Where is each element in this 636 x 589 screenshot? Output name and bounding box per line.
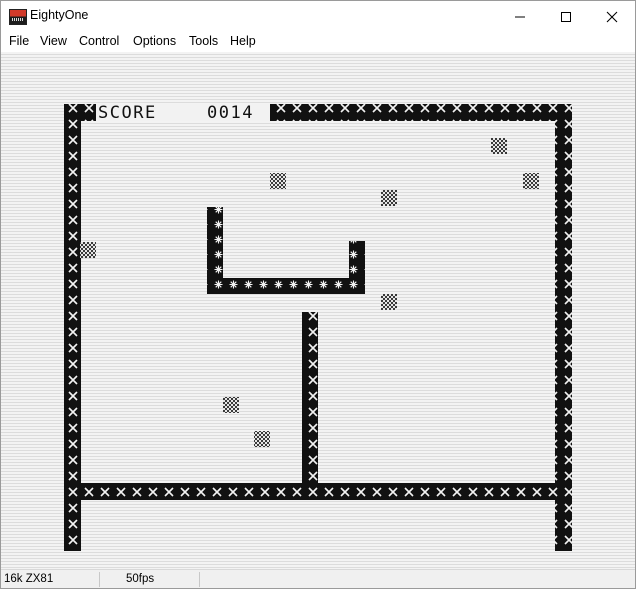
app-icon[interactable] [9,9,27,25]
food-pellet [80,242,96,258]
wall-top-right [270,104,572,121]
menu-file[interactable]: File [8,34,30,48]
food-pellet [223,397,239,413]
emulator-window: EightyOne File View Control Options Tool… [0,0,636,589]
status-divider [199,572,200,587]
menu-control[interactable]: Control [78,34,120,48]
snake-right-arm [349,241,365,294]
menu-options[interactable]: Options [132,34,177,48]
status-fps: 50fps [126,573,155,585]
maximize-icon [561,11,571,22]
game-display: SCORE 0014 [64,103,572,551]
food-pellet [523,173,539,189]
snake-body [207,278,365,294]
food-pellet [381,190,397,206]
food-pellet [254,431,270,447]
status-machine: 16k ZX81 [4,573,54,585]
emulator-screen[interactable]: SCORE 0014 [1,52,635,569]
food-pellet [270,173,286,189]
status-bar: 16k ZX81 50fps [1,569,635,588]
menu-bar: File View Control Options Tools Help [1,32,635,52]
close-icon [606,11,618,22]
score-label: SCORE [98,103,157,123]
score-value: 0014 [207,103,254,123]
status-divider [99,572,100,587]
menu-view[interactable]: View [39,34,68,48]
title-bar[interactable]: EightyOne [1,1,635,32]
inner-wall [302,312,318,488]
minimize-icon [515,16,525,17]
maximize-button[interactable] [543,1,589,32]
window-title: EightyOne [30,8,89,22]
food-pellet [491,138,507,154]
menu-help[interactable]: Help [229,34,257,48]
food-pellet [381,294,397,310]
minimize-button[interactable] [497,1,543,32]
menu-tools[interactable]: Tools [188,34,219,48]
close-button[interactable] [589,1,635,32]
